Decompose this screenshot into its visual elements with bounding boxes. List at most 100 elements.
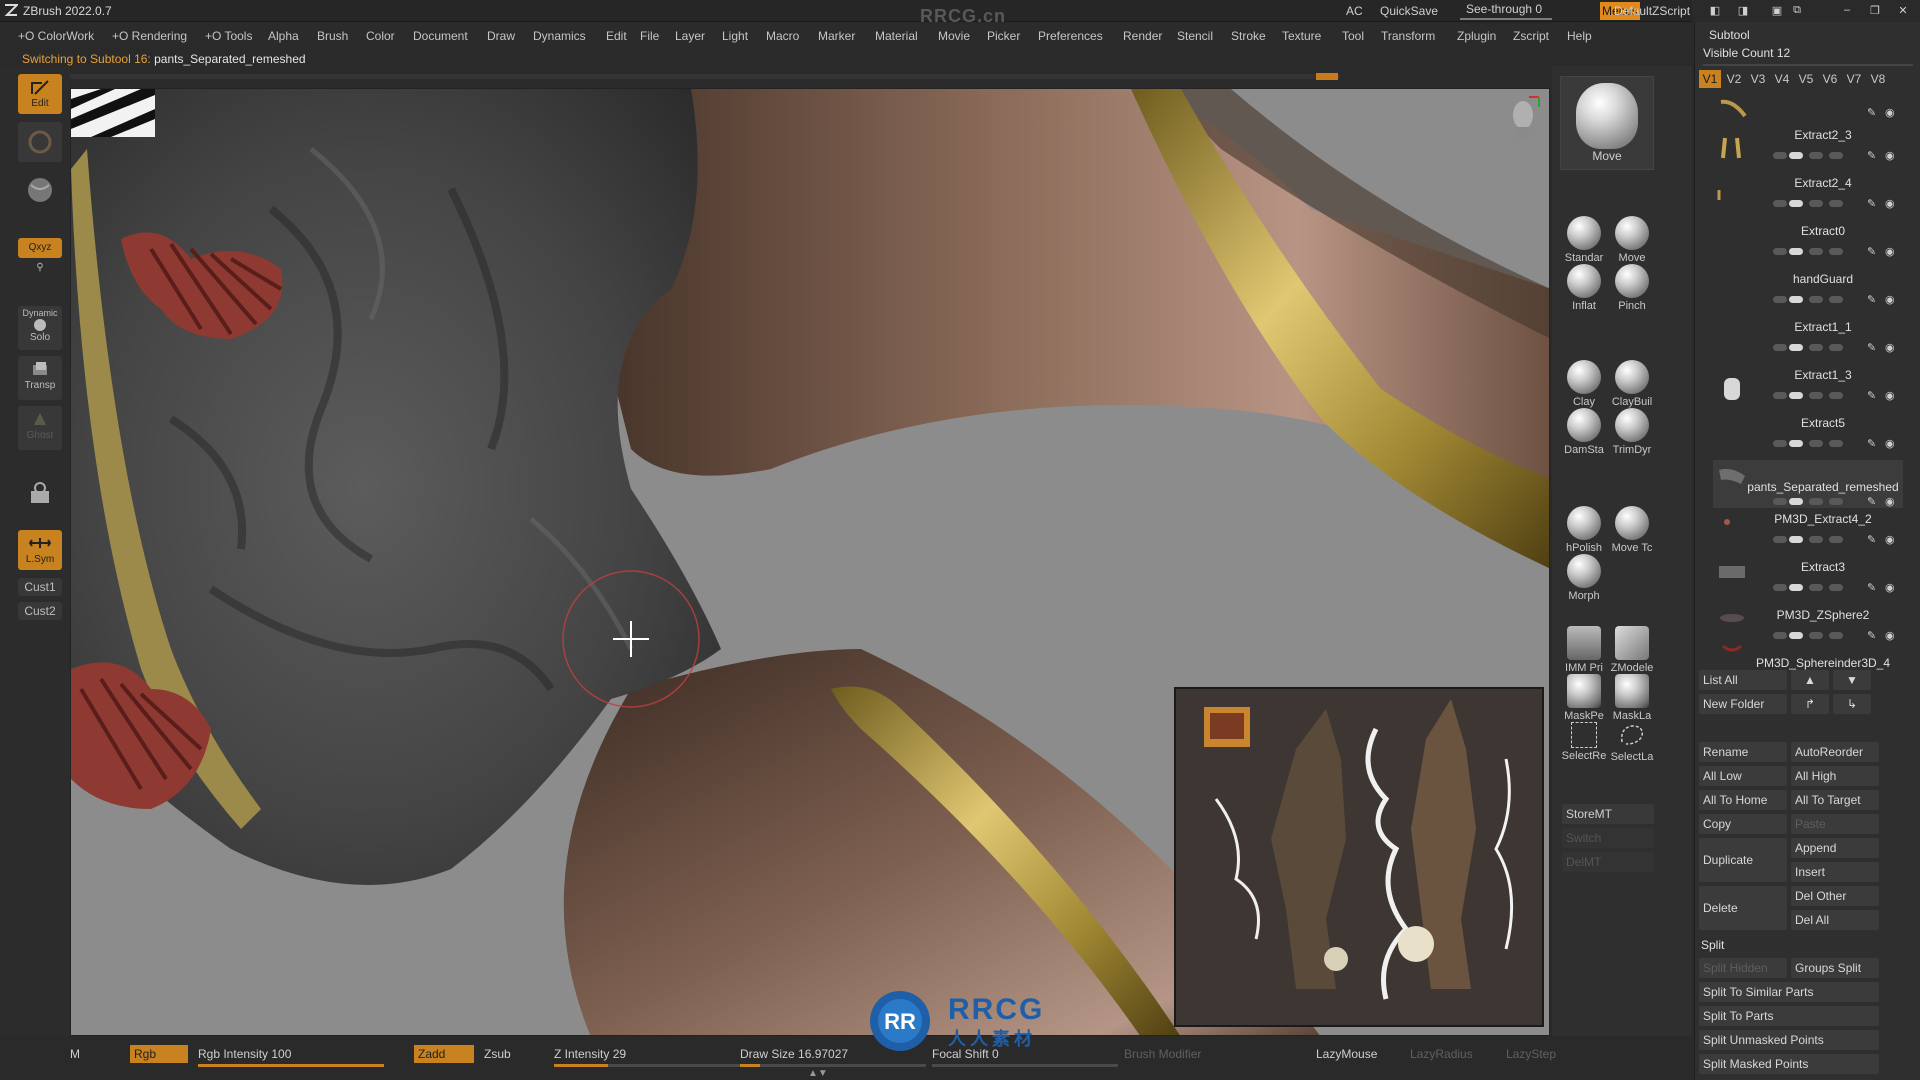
move-out-folder-button[interactable]: ↳ — [1833, 694, 1871, 714]
subtool-item[interactable]: Extract1_3 ✎ ◉ — [1713, 364, 1903, 412]
menu-picker[interactable]: Picker — [987, 29, 1020, 43]
transp-button[interactable]: Transp — [18, 356, 62, 400]
lsym-button[interactable]: L.Sym — [18, 530, 62, 570]
toggle-d[interactable] — [1829, 584, 1843, 591]
subtool-item[interactable]: Extract2_3 ✎ ◉ — [1713, 124, 1903, 172]
subtool-toggles[interactable]: ✎ ◉ — [1773, 495, 1903, 508]
draw-mode-button[interactable] — [18, 122, 62, 162]
toggle-d[interactable] — [1829, 392, 1843, 399]
menu-macro[interactable]: Macro — [766, 29, 799, 43]
ghost-button[interactable]: Ghost — [18, 406, 62, 450]
brush-damstandard[interactable]: DamSta — [1560, 408, 1608, 456]
brush-masklasso[interactable]: MaskLa — [1608, 674, 1656, 722]
menu-zscript[interactable]: Zscript — [1513, 29, 1549, 43]
draw-size-slider[interactable] — [740, 1064, 926, 1067]
del-all-button[interactable]: Del All — [1791, 910, 1879, 930]
toggle-c[interactable] — [1809, 440, 1823, 447]
navigation-head-icon[interactable] — [1503, 93, 1543, 143]
version-tab-v6[interactable]: V6 — [1819, 70, 1841, 88]
toggle-c[interactable] — [1809, 536, 1823, 543]
close-icon[interactable]: ✕ — [1894, 4, 1912, 17]
menu-tool[interactable]: Tool — [1342, 29, 1364, 43]
toggle-a[interactable] — [1773, 392, 1787, 399]
eye-icon[interactable]: ◉ — [1885, 495, 1895, 508]
menu-file[interactable]: File — [640, 29, 659, 43]
menu-material[interactable]: Material — [875, 29, 918, 43]
collapse-chevron-icon[interactable]: ▲▼ — [808, 1068, 828, 1079]
brush-selectlasso[interactable]: SelectLa — [1608, 722, 1656, 763]
rgb-toggle[interactable]: Rgb — [130, 1045, 188, 1063]
zsub-toggle[interactable]: Zsub — [484, 1045, 511, 1063]
version-tab-v7[interactable]: V7 — [1843, 70, 1865, 88]
toggle-b[interactable] — [1789, 344, 1803, 351]
menu-draw[interactable]: Draw — [487, 29, 515, 43]
groups-split-button[interactable]: Groups Split — [1791, 958, 1879, 978]
subtool-toggles[interactable]: ✎ ◉ — [1773, 581, 1903, 594]
brush-imm-primitives[interactable]: IMM Pri — [1560, 626, 1608, 674]
toggle-a[interactable] — [1773, 344, 1787, 351]
subtool-toggles[interactable]: ✎ ◉ — [1773, 534, 1903, 546]
eye-icon[interactable]: ◉ — [1885, 341, 1895, 354]
see-through-slider[interactable]: See-through 0 — [1460, 2, 1552, 20]
toggle-d[interactable] — [1829, 536, 1843, 543]
brush-icon[interactable]: ✎ — [1867, 629, 1876, 642]
brush-selectrect[interactable]: SelectRe — [1560, 722, 1608, 762]
all-low-button[interactable]: All Low — [1699, 766, 1787, 786]
toggle-d[interactable] — [1829, 248, 1843, 255]
eye-icon[interactable]: ◉ — [1885, 197, 1895, 210]
brush-icon[interactable]: ✎ — [1867, 341, 1876, 354]
toggle-d[interactable] — [1829, 200, 1843, 207]
toggle-c[interactable] — [1809, 200, 1823, 207]
progress-slider[interactable] — [68, 73, 1340, 80]
brush-trimdynamic[interactable]: TrimDyr — [1608, 408, 1656, 456]
new-folder-button[interactable]: New Folder — [1699, 694, 1787, 714]
brush-icon[interactable]: ✎ — [1867, 197, 1876, 210]
version-tab-v2[interactable]: V2 — [1723, 70, 1745, 88]
delete-button[interactable]: Delete — [1699, 886, 1787, 930]
brush-icon[interactable]: ✎ — [1867, 293, 1876, 306]
brush-standard[interactable]: Standar — [1560, 216, 1608, 264]
progress-slider-knob[interactable] — [1316, 73, 1338, 80]
toggle-c[interactable] — [1809, 344, 1823, 351]
subtool-item[interactable]: Extract1_1 ✎ ◉ — [1713, 316, 1903, 364]
subtool-toggles[interactable]: ✎ ◉ — [1773, 438, 1903, 450]
storemt-button[interactable]: StoreMT — [1562, 804, 1654, 824]
subtool-toggles[interactable]: ✎ ◉ — [1773, 341, 1903, 354]
menu-texture[interactable]: Texture — [1282, 29, 1321, 43]
maximize-icon[interactable]: ❐ — [1866, 4, 1884, 17]
paste-button[interactable]: Paste — [1791, 814, 1879, 834]
menu-movie[interactable]: Movie — [938, 29, 970, 43]
menu-render[interactable]: Render — [1123, 29, 1162, 43]
subtool-item[interactable]: handGuard ✎ ◉ — [1713, 268, 1903, 316]
brush-movetopological[interactable]: Move Tc — [1608, 506, 1656, 554]
brush-maskpen[interactable]: MaskPe — [1560, 674, 1608, 722]
layout-left-icon[interactable]: ◧ — [1706, 4, 1724, 17]
symmetry-sub-icon[interactable]: ⚲ — [18, 262, 62, 276]
lazystep-label[interactable]: LazyStep — [1506, 1045, 1556, 1063]
toggle-a[interactable] — [1773, 296, 1787, 303]
subtool-toggles[interactable]: ✎ ◉ — [1773, 293, 1903, 306]
brush-pinch[interactable]: Pinch — [1608, 264, 1656, 312]
version-tab-v1[interactable]: V1 — [1699, 70, 1721, 88]
split-masked-points-button[interactable]: Split Masked Points — [1699, 1054, 1879, 1074]
brush-icon[interactable]: ✎ — [1867, 581, 1876, 594]
del-other-button[interactable]: Del Other — [1791, 886, 1879, 906]
subtool-toggles[interactable]: ✎ ◉ — [1773, 246, 1903, 258]
menu-stroke[interactable]: Stroke — [1231, 29, 1266, 43]
all-to-home-button[interactable]: All To Home — [1699, 790, 1787, 810]
toggle-d[interactable] — [1829, 152, 1843, 159]
z-intensity-slider[interactable] — [554, 1064, 740, 1067]
eye-icon[interactable]: ◉ — [1885, 149, 1895, 162]
ac-button[interactable]: AC — [1346, 4, 1363, 18]
toggle-c[interactable] — [1809, 296, 1823, 303]
split-unmasked-points-button[interactable]: Split Unmasked Points — [1699, 1030, 1879, 1050]
split-to-parts-button[interactable]: Split To Parts — [1699, 1006, 1879, 1026]
subtool-toggles[interactable]: ✎ ◉ — [1773, 390, 1903, 402]
toggle-b[interactable] — [1789, 498, 1803, 505]
focal-shift-slider[interactable] — [932, 1064, 1118, 1067]
toggle-d[interactable] — [1829, 344, 1843, 351]
brush-icon[interactable]: ✎ — [1867, 106, 1876, 119]
version-tab-v5[interactable]: V5 — [1795, 70, 1817, 88]
brush-icon[interactable]: ✎ — [1867, 149, 1876, 162]
duplicate-button[interactable]: Duplicate — [1699, 838, 1787, 882]
